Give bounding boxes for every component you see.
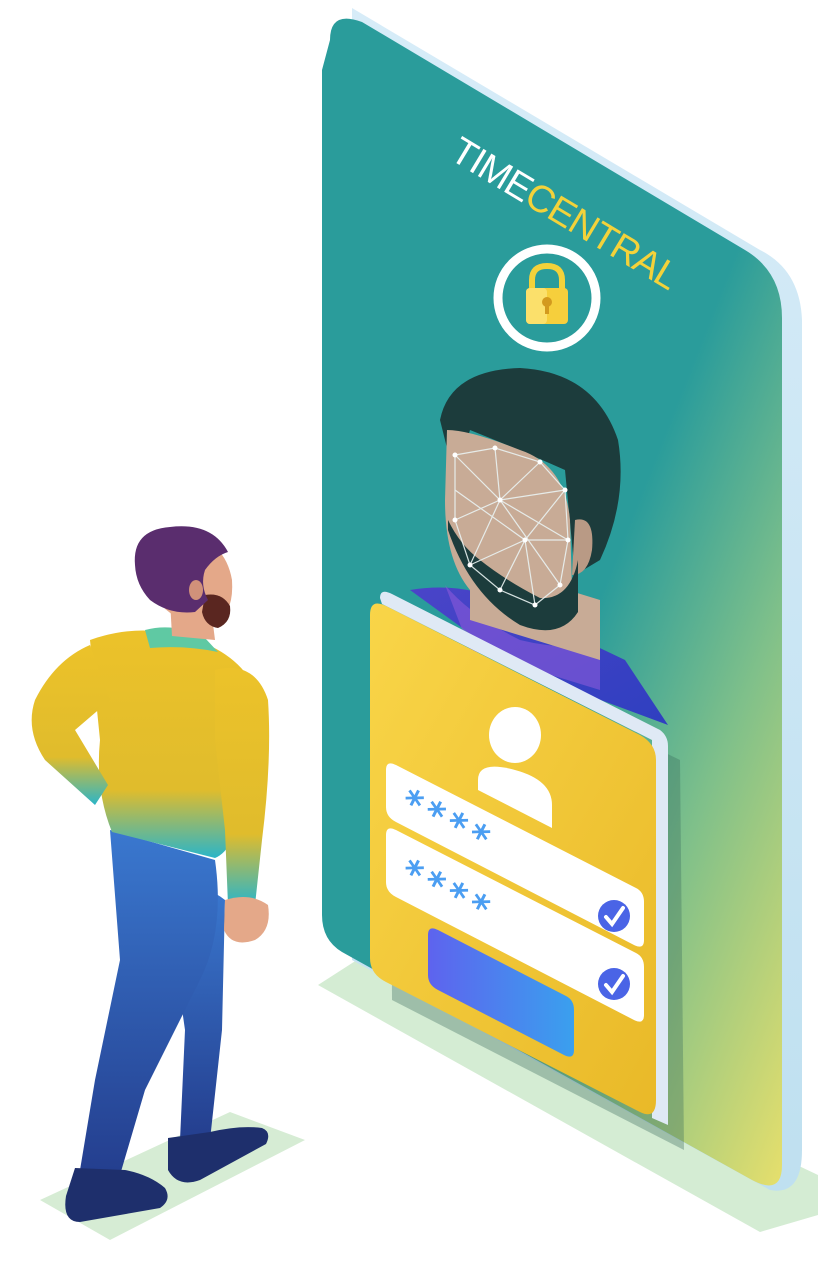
padlock-icon <box>493 244 601 352</box>
checkmark-icon <box>598 968 630 1000</box>
checkmark-icon <box>598 900 630 932</box>
hand <box>224 896 269 943</box>
biometric-login-illustration: TIMECENTRAL **** **** <box>31 8 818 1240</box>
